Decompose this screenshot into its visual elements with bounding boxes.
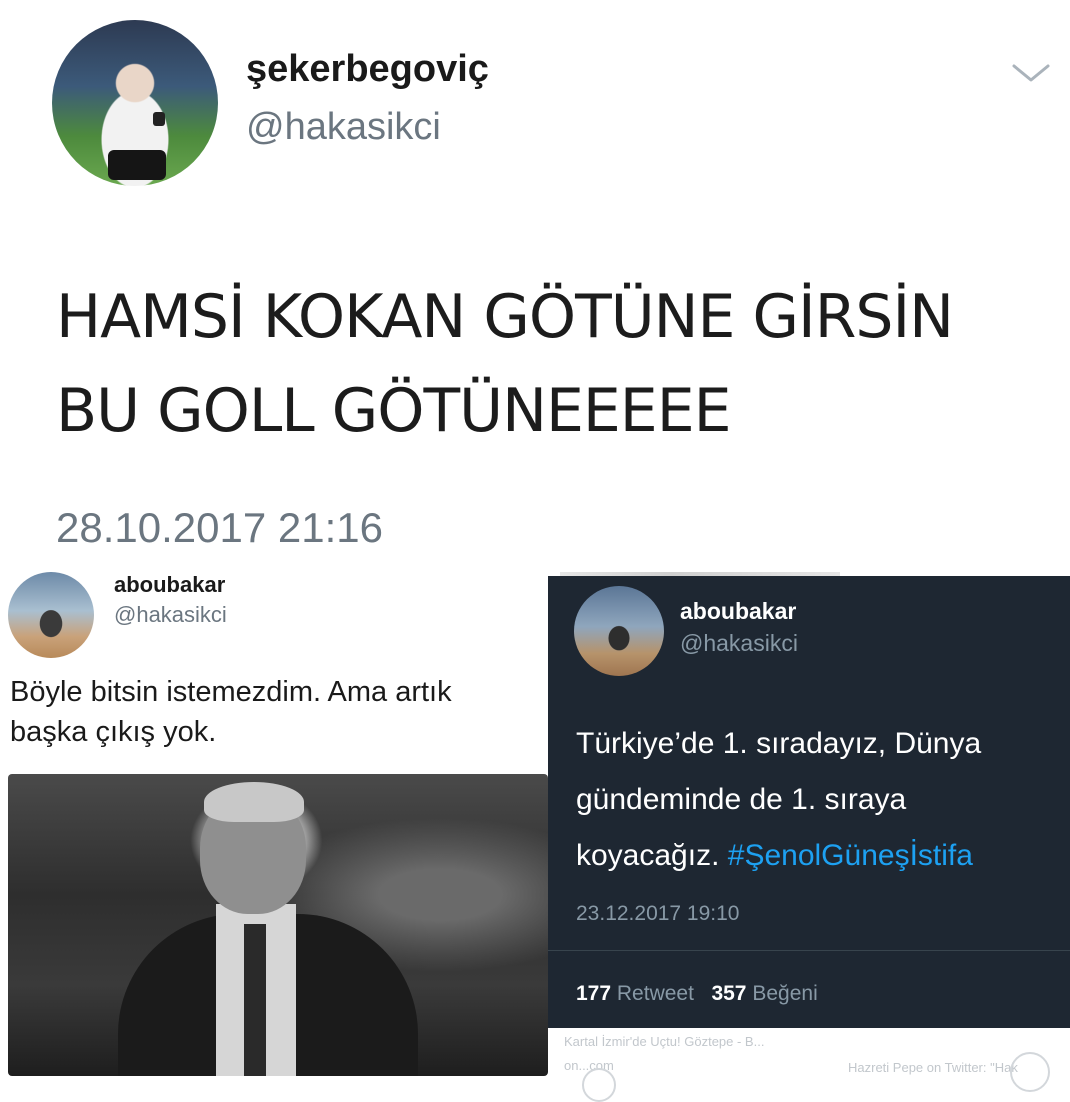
divider	[548, 950, 1070, 951]
tweet-card: aboubakar @hakasikci Böyle bitsin isteme…	[0, 560, 548, 1076]
tweet-text-fragment: koyacağız.	[576, 839, 720, 872]
tweet-card-dark: aboubakar @hakasikci Türkiye’de 1. sırad…	[548, 576, 1070, 1028]
link-title[interactable]: Hazreti Pepe on Twitter: "Hak	[848, 1060, 1018, 1075]
display-name[interactable]: aboubakar	[680, 598, 796, 625]
tweet-photo[interactable]	[8, 774, 548, 1076]
tweet-text: HAMSİ KOKAN GÖTÜNE GİRSİN BU GOLL GÖTÜNE…	[56, 270, 954, 458]
tweet-text-line: Türkiye’de 1. sıradayız, Dünya	[576, 727, 982, 760]
tweet-text-line: BU GOLL GÖTÜNEEEEE	[56, 376, 732, 446]
profile-avatar[interactable]	[8, 572, 94, 658]
profile-avatar[interactable]	[52, 20, 218, 186]
user-handle[interactable]: @hakasikci	[246, 106, 441, 149]
like-label[interactable]: Beğeni	[752, 982, 817, 1005]
tweet-text-line: HAMSİ KOKAN GÖTÜNE GİRSİN	[56, 282, 954, 352]
display-name[interactable]: şekerbegoviç	[246, 48, 489, 91]
tweet-text-line: gündeminde de 1. sıraya	[576, 783, 907, 816]
avatar	[1010, 1052, 1050, 1092]
tweet-timestamp[interactable]: 23.12.2017 19:10	[576, 902, 740, 926]
tweet-timestamp[interactable]: 28.10.2017 21:16	[56, 504, 383, 552]
user-handle[interactable]: @hakasikci	[114, 602, 227, 628]
tweet-text-line: koyacağız. #ŞenolGüneşİstifa	[576, 828, 1056, 884]
hashtag-link[interactable]: #ŞenolGüneşİstifa	[728, 839, 973, 872]
avatar	[582, 1068, 616, 1102]
tweet-text: Böyle bitsin istemezdim. Ama artık başka…	[10, 676, 452, 748]
user-handle[interactable]: @hakasikci	[680, 630, 798, 657]
tweet-text: Türkiye’de 1. sıradayız, Dünya gündemind…	[576, 716, 1056, 884]
profile-avatar[interactable]	[574, 586, 664, 676]
retweet-count[interactable]: 177	[576, 982, 611, 1005]
tweet-stats: 177 Retweet 357 Beğeni	[576, 982, 818, 1006]
retweet-label[interactable]: Retweet	[617, 982, 694, 1005]
link-title[interactable]: Kartal İzmir'de Uçtu! Göztepe - B...	[564, 1034, 764, 1049]
like-count[interactable]: 357	[711, 982, 746, 1005]
link-preview-strip: Kartal İzmir'de Uçtu! Göztepe - B... on.…	[548, 1028, 1070, 1102]
display-name[interactable]: aboubakar	[114, 572, 225, 598]
chevron-down-icon[interactable]	[1008, 58, 1054, 88]
